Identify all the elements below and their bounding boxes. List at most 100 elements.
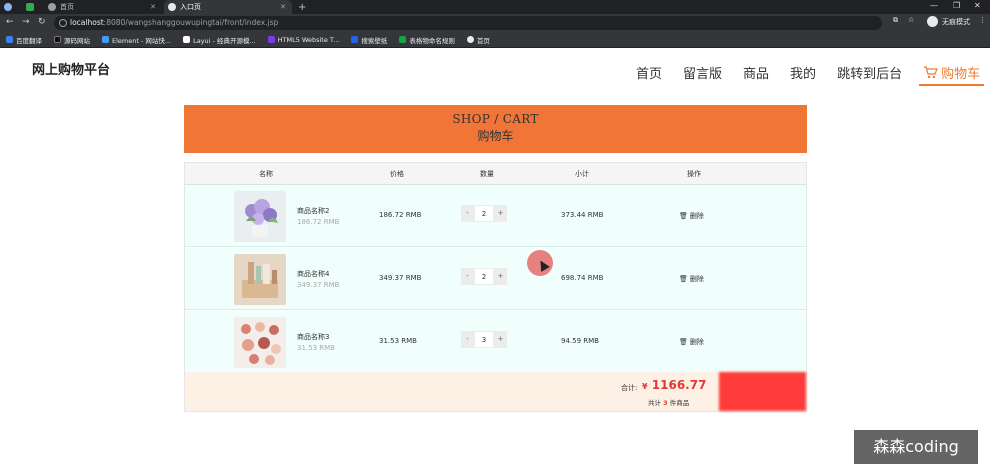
restore-icon[interactable]: ❐ [953, 1, 960, 10]
banner-title-cn: 购物车 [477, 129, 514, 143]
cart-summary: 合计: ¥ 1166.77 共计 3 件商品 [185, 372, 806, 411]
delete-label: 删除 [689, 275, 704, 283]
nav-home[interactable]: 首页 [636, 63, 662, 86]
watermark: 森森coding [854, 430, 978, 464]
total-label: 合计: [621, 384, 638, 392]
globe-icon [466, 36, 474, 43]
product-unit-price: 31.53 RMB [297, 344, 335, 352]
bookmark-label: 表格物命名规则 [409, 36, 455, 45]
col-price: 价格 [390, 170, 404, 178]
qty-input[interactable]: 3 [474, 331, 494, 348]
nav-messages[interactable]: 留言版 [683, 63, 722, 86]
forward-icon[interactable]: → [22, 17, 30, 27]
translate-icon[interactable]: ⧉ [893, 16, 898, 25]
tab-2[interactable] [22, 0, 44, 14]
close-icon[interactable]: ✕ [150, 3, 156, 11]
menu-icon[interactable]: ⋮ [979, 16, 986, 24]
cart-table: 名称 价格 数量 小计 操作 商品名称2 186.72 RMB 186.72 R… [184, 162, 807, 412]
bookmark-item[interactable]: 源码网站 [54, 35, 90, 45]
star-icon[interactable]: ☆ [908, 16, 914, 24]
globe-icon [168, 3, 176, 11]
delete-button[interactable]: 🗑 删除 [679, 211, 704, 221]
qty-decrement-button[interactable]: - [461, 205, 474, 222]
delete-label: 删除 [689, 212, 704, 220]
nav-cart[interactable]: 购物车 [919, 63, 985, 86]
count-value: 3 [663, 399, 668, 407]
bookmark-label: Element - 网站快... [112, 36, 172, 45]
bookmark-icon [6, 36, 13, 43]
delete-button[interactable]: 🗑 删除 [679, 274, 704, 284]
delete-button[interactable]: 🗑 删除 [679, 337, 704, 347]
bookmark-icon [399, 36, 407, 43]
cart-icon [924, 66, 938, 79]
address-bar-row: ← → ↻ localhost:8080/wangshanggouwupingt… [0, 14, 990, 32]
bookmark-item[interactable]: Layui - 经典开源模... [183, 35, 256, 45]
minimize-icon[interactable]: — [930, 1, 938, 10]
banner-title-en: SHOP / CART [452, 112, 539, 126]
product-image[interactable] [234, 191, 286, 242]
quantity-stepper: - 2 + [461, 205, 507, 222]
nav-products[interactable]: 商品 [743, 63, 769, 86]
bookmark-item[interactable]: HTML5 Website T... [267, 35, 340, 44]
bookmark-label: 百度翻译 [16, 36, 42, 45]
bookmark-item[interactable]: 表格物命名规则 [399, 35, 455, 45]
bookmark-icon [102, 36, 109, 43]
bookmark-label: HTML5 Website T... [277, 35, 340, 44]
trash-icon: 🗑 [679, 212, 688, 220]
qty-increment-button[interactable]: + [494, 331, 507, 348]
new-tab-button[interactable]: + [294, 0, 308, 14]
product-name[interactable]: 商品名称3 [297, 332, 329, 342]
close-window-icon[interactable]: ✕ [974, 1, 981, 10]
currency-symbol: ¥ [642, 382, 648, 391]
col-action: 操作 [687, 170, 701, 178]
checkout-button[interactable] [719, 372, 806, 411]
profile-button[interactable]: 无痕模式 [927, 16, 970, 27]
nav-cart-label: 购物车 [941, 67, 981, 82]
item-count: 共计 3 件商品 [648, 397, 689, 407]
total-value: 1166.77 [651, 378, 707, 392]
site-logo[interactable]: 网上购物平台 [32, 59, 110, 78]
product-image[interactable] [234, 254, 286, 305]
product-price: 31.53 RMB [379, 337, 417, 345]
qty-input[interactable]: 2 [474, 268, 494, 285]
product-name[interactable]: 商品名称4 [297, 269, 329, 279]
bookmark-item[interactable]: 搜索壁纸 [351, 35, 387, 45]
nav-mine[interactable]: 我的 [790, 63, 816, 86]
bookmark-item[interactable]: Element - 网站快... [102, 35, 171, 45]
product-name[interactable]: 商品名称2 [297, 206, 329, 216]
bookmark-icon [351, 36, 359, 43]
tab-icon [48, 3, 56, 11]
bookmark-label: 源码网站 [64, 36, 90, 45]
bookmark-label: 搜索壁纸 [361, 36, 388, 45]
product-image[interactable] [234, 317, 286, 368]
browser-tab-bar: 首页 ✕ 入口页 ✕ + — ❐ ✕ [0, 0, 990, 14]
delete-label: 删除 [689, 338, 704, 346]
product-price: 349.37 RMB [379, 274, 422, 282]
col-name: 名称 [259, 170, 273, 178]
qty-decrement-button[interactable]: - [461, 268, 474, 285]
url-host: localhost [70, 18, 104, 27]
tab-1[interactable] [0, 0, 22, 14]
reload-icon[interactable]: ↻ [38, 17, 46, 27]
bookmark-label: 首页 [476, 36, 490, 45]
table-header: 名称 价格 数量 小计 操作 [185, 163, 806, 185]
tab-entry[interactable]: 入口页 ✕ [164, 0, 292, 14]
bookmark-icon [183, 36, 191, 43]
table-row: 商品名称4 349.37 RMB 349.37 RMB - 2 + 698.74… [185, 248, 806, 310]
main-nav: 首页 留言版 商品 我的 跳转到后台 购物车 [636, 63, 990, 86]
table-row: 商品名称2 186.72 RMB 186.72 RMB - 2 + 373.44… [185, 185, 806, 247]
url-input[interactable]: localhost:8080/wangshanggouwupingtai/fro… [54, 16, 882, 30]
bookmark-item[interactable]: 百度翻译 [6, 35, 42, 45]
qty-increment-button[interactable]: + [494, 205, 507, 222]
nav-admin[interactable]: 跳转到后台 [837, 63, 902, 86]
quantity-stepper: - 2 + [461, 268, 507, 285]
table-row: 商品名称3 31.53 RMB 31.53 RMB - 3 + 94.59 RM… [185, 311, 806, 373]
back-icon[interactable]: ← [6, 17, 14, 27]
qty-decrement-button[interactable]: - [461, 331, 474, 348]
col-qty: 数量 [480, 170, 494, 178]
close-icon[interactable]: ✕ [280, 3, 286, 11]
qty-increment-button[interactable]: + [494, 268, 507, 285]
tab-home[interactable]: 首页 ✕ [44, 0, 162, 14]
qty-input[interactable]: 2 [474, 205, 494, 222]
bookmark-item[interactable]: 首页 [466, 35, 490, 45]
